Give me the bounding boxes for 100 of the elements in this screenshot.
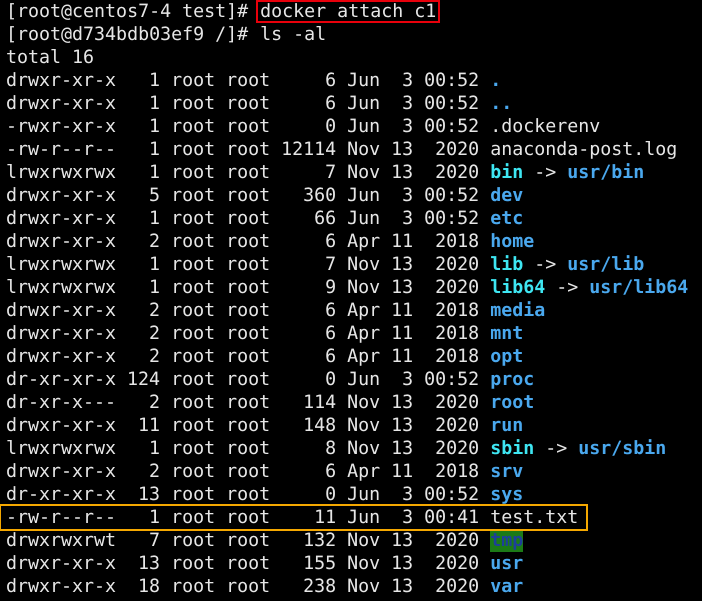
time-text: 2020	[434, 552, 480, 575]
time-text: 00:52	[423, 115, 480, 138]
month-text: Nov	[347, 138, 380, 161]
permissions-text: drwxr-xr-x	[6, 460, 116, 483]
day-text: 13	[390, 253, 414, 276]
file-name: .dockerenv	[490, 115, 600, 138]
file-name: run	[490, 414, 524, 437]
permissions-text: drwxr-xr-x	[6, 207, 116, 230]
file-name: etc	[490, 207, 524, 230]
month-text: Apr	[347, 322, 380, 345]
time-text: 2020	[434, 391, 480, 414]
time-text: 00:52	[423, 483, 480, 506]
permissions-text: drwxr-xr-x	[6, 414, 116, 437]
group-text: root	[226, 184, 270, 207]
month-text: Nov	[347, 276, 380, 299]
month-text: Jun	[347, 115, 380, 138]
size-text: 132	[302, 529, 336, 552]
month-text: Apr	[347, 345, 380, 368]
size-text: 8	[324, 437, 336, 460]
group-text: root	[226, 391, 270, 414]
permissions-text: drwxr-xr-x	[6, 322, 116, 345]
file-name: srv	[490, 460, 524, 483]
file-name: bin	[490, 161, 524, 184]
permissions-text: drwxr-xr-x	[6, 92, 116, 115]
link-target: usr/bin	[567, 161, 644, 184]
file-name: ..	[490, 92, 512, 115]
time-text: 00:52	[423, 69, 480, 92]
link-count: 13	[137, 552, 160, 575]
day-text: 13	[390, 575, 414, 598]
size-text: 6	[324, 92, 336, 115]
command-text: docker attach c1	[256, 0, 440, 23]
day-text: 3	[401, 69, 414, 92]
size-text: 7	[324, 161, 336, 184]
link-count: 2	[148, 299, 160, 322]
owner-text: root	[171, 230, 216, 253]
owner-text: root	[171, 529, 216, 552]
file-name: var	[490, 575, 524, 598]
month-text: Jun	[347, 184, 380, 207]
size-text: 0	[324, 368, 336, 391]
size-text: 6	[324, 69, 336, 92]
day-text: 13	[390, 391, 414, 414]
permissions-text: drwxr-xr-x	[6, 230, 116, 253]
month-text: Apr	[347, 299, 380, 322]
time-text: 2018	[434, 345, 480, 368]
day-text: 3	[401, 184, 414, 207]
day-text: 11	[390, 230, 414, 253]
link-count: 124	[126, 368, 160, 391]
group-text: root	[226, 506, 270, 529]
file-name: usr	[490, 552, 524, 575]
arrow-text: ->	[534, 253, 556, 276]
day-text: 3	[401, 368, 414, 391]
month-text: Jun	[347, 207, 380, 230]
permissions-text: lrwxrwxrwx	[6, 276, 116, 299]
permissions-text: drwxrwxrwt	[6, 529, 116, 552]
month-text: Nov	[347, 253, 380, 276]
group-text: root	[226, 414, 270, 437]
owner-text: root	[171, 207, 216, 230]
owner-text: root	[171, 161, 216, 184]
day-text: 11	[390, 322, 414, 345]
day-text: 3	[401, 483, 414, 506]
arrow-text: ->	[534, 161, 556, 184]
size-text: 0	[324, 483, 336, 506]
permissions-text: -rw-r--r--	[6, 506, 116, 529]
link-count: 1	[148, 161, 160, 184]
group-text: root	[226, 253, 270, 276]
link-count: 1	[148, 115, 160, 138]
group-text: root	[226, 138, 270, 161]
permissions-text: drwxr-xr-x	[6, 575, 116, 598]
size-text: 155	[302, 552, 336, 575]
time-text: 2018	[434, 460, 480, 483]
owner-text: root	[171, 115, 216, 138]
group-text: root	[226, 69, 270, 92]
owner-text: root	[171, 368, 216, 391]
link-count: 7	[148, 529, 160, 552]
day-text: 11	[390, 345, 414, 368]
group-text: root	[226, 115, 270, 138]
owner-text: root	[171, 253, 216, 276]
size-text: 6	[324, 299, 336, 322]
link-count: 1	[148, 276, 160, 299]
file-name: proc	[490, 368, 534, 391]
month-text: Nov	[347, 575, 380, 598]
time-text: 2020	[434, 414, 480, 437]
file-name: sys	[490, 483, 524, 506]
group-text: root	[226, 529, 270, 552]
day-text: 3	[401, 115, 414, 138]
size-text: 6	[324, 322, 336, 345]
day-text: 13	[390, 161, 414, 184]
size-text: 6	[324, 345, 336, 368]
owner-text: root	[171, 322, 216, 345]
time-text: 00:52	[423, 368, 480, 391]
size-text: 6	[324, 460, 336, 483]
size-text: 7	[324, 253, 336, 276]
file-name: sbin	[490, 437, 534, 460]
day-text: 13	[390, 276, 414, 299]
group-text: root	[226, 92, 270, 115]
time-text: 2018	[434, 322, 480, 345]
owner-text: root	[171, 391, 216, 414]
link-count: 18	[137, 575, 160, 598]
group-text: root	[226, 437, 270, 460]
day-text: 13	[390, 138, 414, 161]
